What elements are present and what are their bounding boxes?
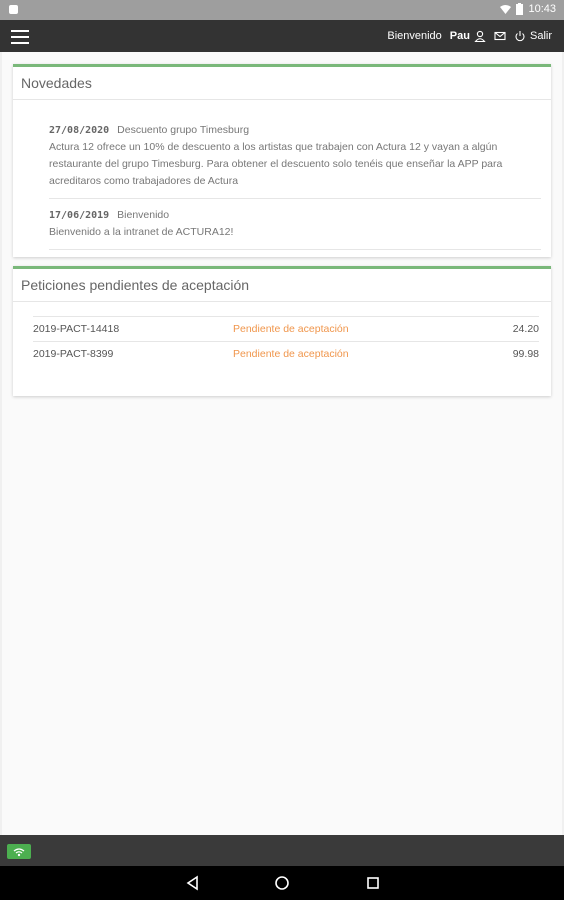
clock: 10:43 <box>528 3 556 15</box>
news-card: Novedades 27/08/2020 Descuento grupo Tim… <box>13 64 551 257</box>
request-amount: 99.98 <box>482 341 539 366</box>
back-icon[interactable] <box>185 875 201 891</box>
request-id[interactable]: 2019-PACT-8399 <box>33 341 233 366</box>
news-date: 27/08/2020 <box>49 125 110 136</box>
requests-title: Peticiones pendientes de aceptación <box>13 269 551 302</box>
news-subject: Bienvenido <box>117 209 170 221</box>
status-bar: 10:43 <box>0 0 564 20</box>
welcome-text: Bienvenido <box>387 30 442 42</box>
bottom-bar <box>0 835 564 866</box>
news-item: 27/08/2020 Descuento grupo Timesburg Act… <box>49 114 541 199</box>
main-content: Novedades 27/08/2020 Descuento grupo Tim… <box>2 52 562 835</box>
news-date: 17/06/2019 <box>49 210 110 221</box>
request-status: Pendiente de aceptación <box>233 316 483 342</box>
news-title: Novedades <box>13 67 551 100</box>
news-body: Bienvenido a la intranet de ACTURA12! <box>49 226 234 238</box>
notification-icon <box>9 5 18 14</box>
logout-link[interactable]: Salir <box>530 30 552 42</box>
wifi-icon <box>13 848 25 857</box>
request-id[interactable]: 2019-PACT-14418 <box>33 316 233 342</box>
news-subject: Descuento grupo Timesburg <box>117 124 250 136</box>
user-name[interactable]: Pau <box>450 30 470 42</box>
recents-icon[interactable] <box>365 875 381 891</box>
battery-icon <box>516 3 524 15</box>
table-row[interactable]: 2019-PACT-14418 Pendiente de aceptación … <box>33 316 539 342</box>
request-amount: 24.20 <box>482 316 539 342</box>
top-navbar: Bienvenido Pau Salir <box>0 20 564 52</box>
power-icon[interactable] <box>514 30 526 42</box>
connection-button[interactable] <box>7 844 31 859</box>
news-item: 17/06/2019 Bienvenido Bienvenido a la in… <box>49 199 541 250</box>
requests-card: Peticiones pendientes de aceptación 2019… <box>13 266 551 396</box>
menu-icon[interactable] <box>11 30 29 44</box>
request-status: Pendiente de aceptación <box>233 341 483 366</box>
wifi-status-icon <box>500 4 512 14</box>
home-icon[interactable] <box>274 875 290 891</box>
requests-table: 2019-PACT-14418 Pendiente de aceptación … <box>33 316 539 366</box>
mail-icon[interactable] <box>494 30 506 42</box>
system-navigation-bar <box>0 866 564 900</box>
user-icon[interactable] <box>474 30 486 42</box>
news-body: Actura 12 ofrece un 10% de descuento a l… <box>49 141 503 187</box>
table-row[interactable]: 2019-PACT-8399 Pendiente de aceptación 9… <box>33 341 539 366</box>
